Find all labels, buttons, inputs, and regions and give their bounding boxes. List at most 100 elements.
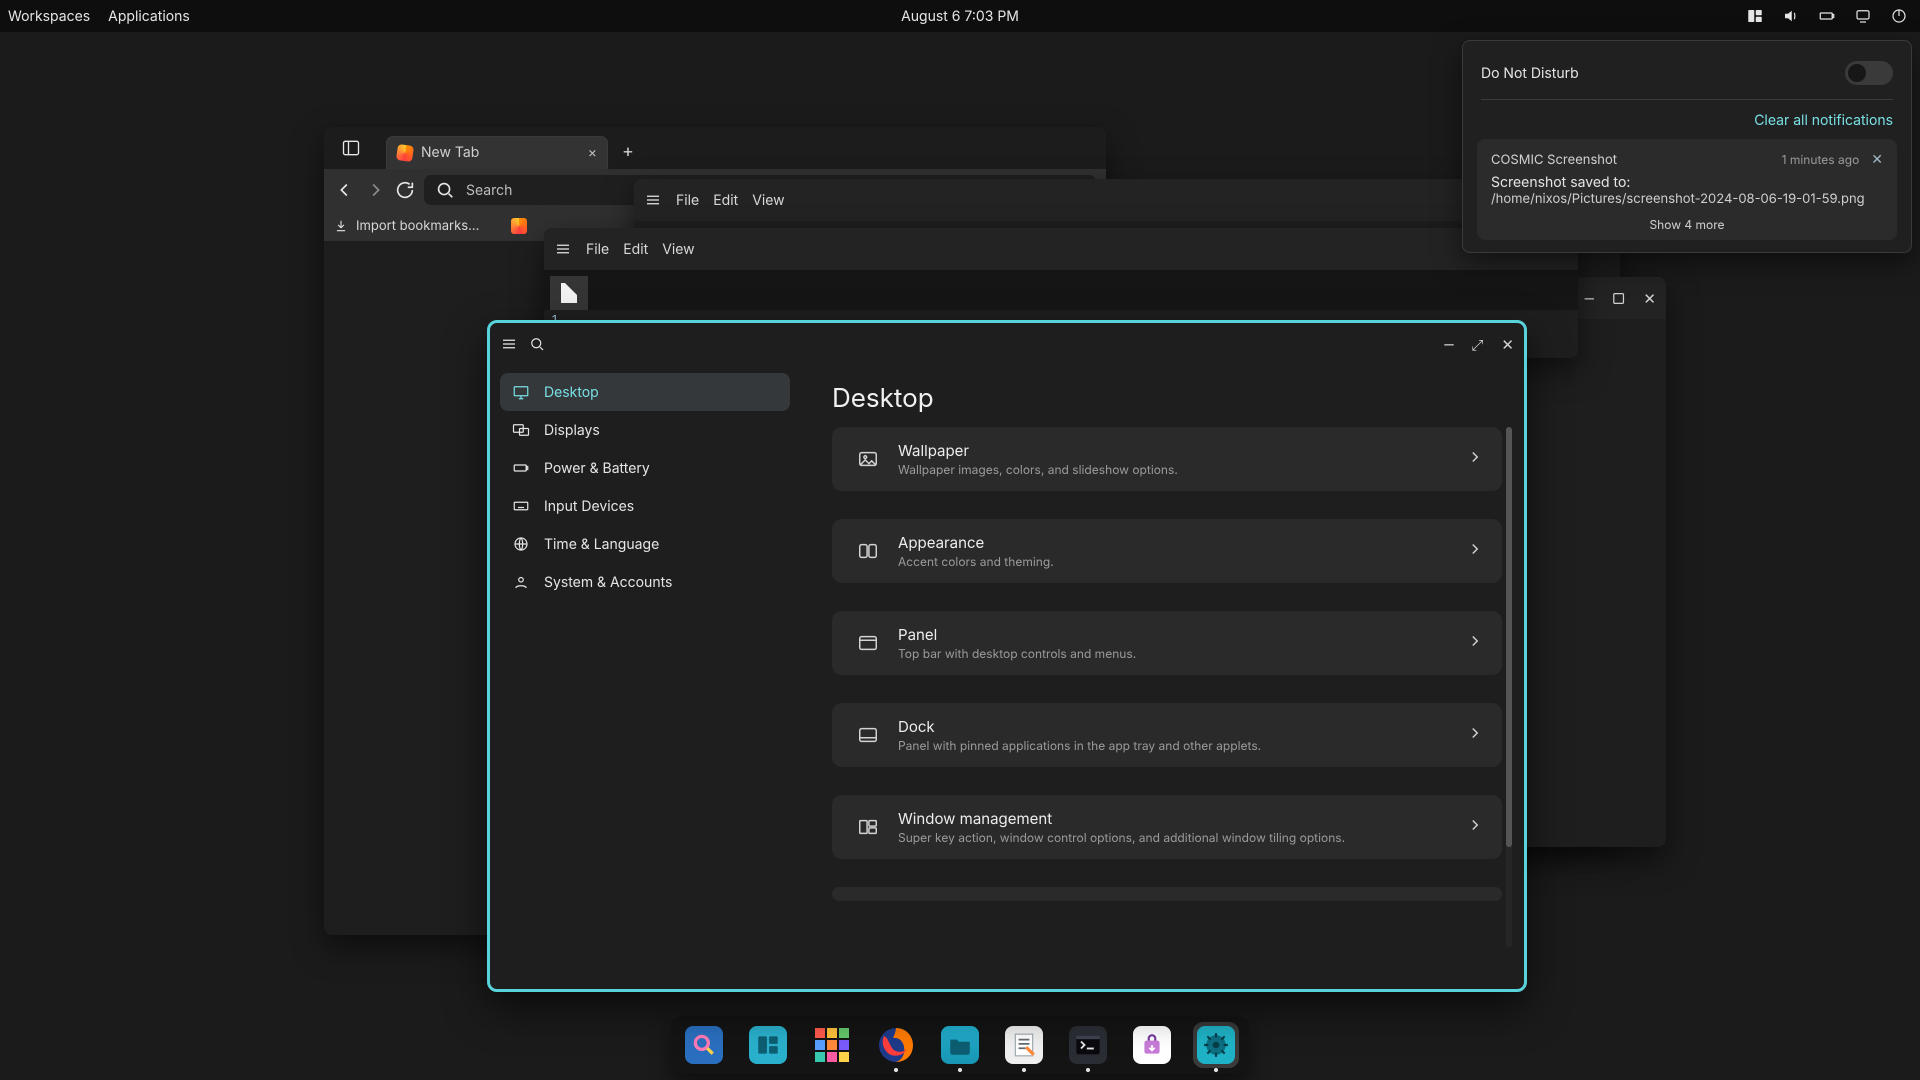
sidebar-item-label: Desktop	[544, 384, 599, 401]
firefox-titlebar[interactable]: New Tab × +	[324, 127, 1106, 169]
sound-icon[interactable]	[1782, 7, 1800, 25]
clear-notifications-link[interactable]: Clear all notifications	[1754, 112, 1893, 129]
import-bookmarks-label: Import bookmarks…	[356, 218, 479, 234]
dnd-label: Do Not Disturb	[1481, 65, 1579, 82]
settings-card-peek[interactable]	[832, 887, 1502, 901]
dock-text-editor[interactable]	[1001, 1022, 1047, 1068]
url-placeholder: Search	[466, 182, 512, 199]
applications-button[interactable]: Applications	[108, 8, 190, 25]
notification-age: 1 minutes ago	[1782, 152, 1860, 167]
notification-card[interactable]: COSMIC Screenshot 1 minutes ago ✕ Screen…	[1477, 139, 1897, 240]
menu-view[interactable]: View	[662, 241, 694, 258]
page-title: Desktop	[832, 383, 1502, 414]
notification-path: /home/nixos/Pictures/screenshot-2024-08-…	[1491, 191, 1883, 207]
settings-card-wallpaper[interactable]: Wallpaper Wallpaper images, colors, and …	[832, 427, 1502, 491]
dock-apps[interactable]	[809, 1022, 855, 1068]
settings-content: Desktop Wallpaper Wallpaper images, colo…	[800, 365, 1524, 989]
keyboard-icon	[512, 497, 530, 515]
search-icon[interactable]	[528, 335, 546, 353]
settings-card-window-management[interactable]: Window management Super key action, wind…	[832, 795, 1502, 859]
notification-close-icon[interactable]: ✕	[1871, 151, 1883, 168]
settings-card-appearance[interactable]: Appearance Accent colors and theming.	[832, 519, 1502, 583]
battery-icon[interactable]	[1818, 7, 1836, 25]
editor-tab[interactable]	[550, 276, 588, 310]
new-tab-button[interactable]: +	[622, 141, 634, 162]
dock-launcher[interactable]	[681, 1022, 727, 1068]
files-icon	[941, 1026, 979, 1064]
panel-icon	[850, 632, 886, 654]
card-subtitle: Accent colors and theming.	[898, 554, 1054, 569]
card-title: Window management	[898, 809, 1345, 828]
sidebar-item-label: Input Devices	[544, 498, 634, 515]
dock-files[interactable]	[937, 1022, 983, 1068]
minimize-icon[interactable]: ─	[1444, 337, 1453, 352]
settings-card-panel[interactable]: Panel Top bar with desktop controls and …	[832, 611, 1502, 675]
dnd-toggle[interactable]	[1845, 61, 1893, 85]
card-subtitle: Top bar with desktop controls and menus.	[898, 646, 1136, 661]
launcher-icon	[685, 1026, 723, 1064]
dock-terminal[interactable]	[1065, 1022, 1111, 1068]
top-panel: Workspaces Applications August 6 7:03 PM	[0, 0, 1920, 32]
menu-edit[interactable]: Edit	[623, 241, 648, 258]
maximize-icon[interactable]: ▢	[1612, 291, 1626, 306]
bookmark-icon[interactable]	[511, 218, 527, 234]
text-editor-icon	[1005, 1026, 1043, 1064]
settings-titlebar[interactable]: ─ ⤢ ✕	[490, 323, 1524, 365]
dock	[671, 1016, 1249, 1074]
scrollbar-thumb[interactable]	[1506, 427, 1512, 847]
sidebar-item-power-battery[interactable]: Power & Battery	[500, 449, 790, 487]
settings-sidebar: Desktop Displays Power & Battery Input D…	[490, 365, 800, 989]
nav-forward-icon[interactable]	[364, 179, 386, 201]
sidebar-item-time-language[interactable]: Time & Language	[500, 525, 790, 563]
dock-icon	[850, 724, 886, 746]
notification-show-more[interactable]: Show 4 more	[1491, 217, 1883, 232]
dock-settings[interactable]	[1193, 1022, 1239, 1068]
card-subtitle: Wallpaper images, colors, and slideshow …	[898, 462, 1178, 477]
dock-firefox[interactable]	[873, 1022, 919, 1068]
sidebar-item-label: System & Accounts	[544, 574, 672, 591]
sidebar-item-system-accounts[interactable]: System & Accounts	[500, 563, 790, 601]
workspaces-button[interactable]: Workspaces	[8, 8, 90, 25]
hamburger-icon[interactable]	[644, 191, 662, 209]
firefox-tab-label: New Tab	[421, 144, 479, 161]
reload-icon[interactable]	[394, 179, 416, 201]
tiling-applet-icon[interactable]	[1746, 7, 1764, 25]
editor-tabs	[544, 270, 1578, 310]
sidebar-item-input-devices[interactable]: Input Devices	[500, 487, 790, 525]
close-icon[interactable]: ✕	[1501, 337, 1514, 352]
divider	[1481, 99, 1893, 100]
menu-file[interactable]: File	[676, 192, 699, 209]
sidebar-item-desktop[interactable]: Desktop	[500, 373, 790, 411]
hamburger-icon[interactable]	[500, 335, 518, 353]
power-icon[interactable]	[1890, 7, 1908, 25]
close-icon[interactable]: ✕	[1643, 291, 1656, 306]
battery-icon	[512, 459, 530, 477]
firefox-icon	[877, 1026, 915, 1064]
clock[interactable]: August 6 7:03 PM	[901, 8, 1019, 25]
terminal-icon	[1069, 1026, 1107, 1064]
dock-store[interactable]	[1129, 1022, 1175, 1068]
card-title: Dock	[898, 717, 1261, 736]
notification-panel: Do Not Disturb Clear all notifications C…	[1462, 40, 1912, 253]
minimize-icon[interactable]: ─	[1585, 291, 1594, 306]
sidebar-item-label: Displays	[544, 422, 600, 439]
hamburger-icon[interactable]	[554, 240, 572, 258]
notifications-icon[interactable]	[1854, 7, 1872, 25]
desktop-icon	[512, 383, 530, 401]
close-tab-icon[interactable]: ×	[588, 144, 597, 161]
scrollbar[interactable]	[1506, 427, 1512, 947]
card-subtitle: Panel with pinned applications in the ap…	[898, 738, 1261, 753]
firefox-panel-toggle[interactable]	[324, 138, 378, 158]
menu-edit[interactable]: Edit	[713, 192, 738, 209]
settings-list[interactable]: Wallpaper Wallpaper images, colors, and …	[832, 427, 1502, 989]
maximize-icon[interactable]: ⤢	[1471, 337, 1483, 352]
chevron-right-icon	[1466, 540, 1484, 562]
workspaces-icon	[749, 1026, 787, 1064]
dock-workspaces[interactable]	[745, 1022, 791, 1068]
settings-card-dock[interactable]: Dock Panel with pinned applications in t…	[832, 703, 1502, 767]
firefox-tab[interactable]: New Tab ×	[386, 136, 608, 169]
menu-view[interactable]: View	[752, 192, 784, 209]
menu-file[interactable]: File	[586, 241, 609, 258]
nav-back-icon[interactable]	[334, 179, 356, 201]
sidebar-item-displays[interactable]: Displays	[500, 411, 790, 449]
